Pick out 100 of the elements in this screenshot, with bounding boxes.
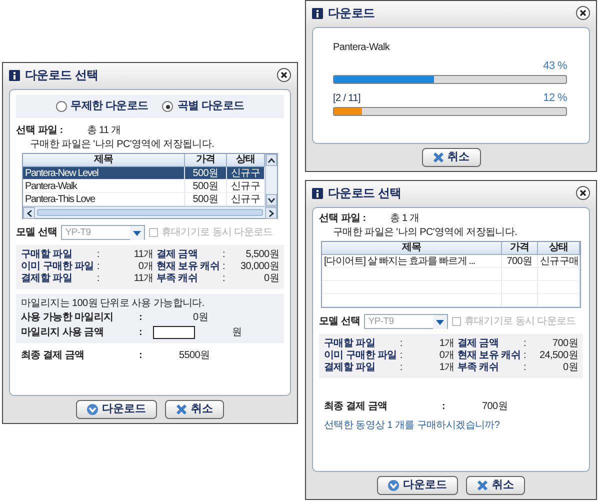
file-name: Pantera-Walk — [333, 42, 391, 54]
table-cell[interactable]: [다이어트] 살 빠지는 효과를 빠르게 ... — [322, 255, 502, 268]
summary-label: 이미 구매한 파일 — [324, 350, 397, 362]
summary-label: 부족 캐쉬 — [156, 273, 199, 286]
final-amount-label: 최종 결제 금액 — [21, 350, 86, 362]
table-cell[interactable]: Pantera-Walk — [23, 180, 185, 194]
close-button[interactable] — [576, 6, 590, 20]
cancel-button[interactable]: 취소 — [422, 148, 480, 167]
empty-cell — [538, 294, 580, 307]
summary-label: 현재 보유 캐쉬 — [457, 350, 521, 362]
table-cell[interactable]: 신규구매 — [538, 255, 580, 268]
caret-down-icon — [433, 314, 448, 328]
info-icon — [312, 8, 323, 18]
vertical-scrollbar[interactable] — [265, 154, 277, 206]
summary-colon: : — [96, 273, 100, 286]
save-note: 구매한 파일은 '나의 PC'영역에 저장됩니다. — [332, 227, 518, 239]
caret-down-icon — [130, 226, 144, 240]
radio-option[interactable]: 곡별 다운로드 — [162, 100, 244, 114]
file-count: 총 11 개 — [86, 125, 121, 138]
empty-cell — [502, 294, 538, 307]
summary-colon: : — [96, 261, 100, 274]
final-amount-value: 5500원 — [179, 350, 211, 362]
summary-label: 구매할 파일 — [324, 338, 376, 350]
cancel-button[interactable]: 취소 — [165, 400, 224, 419]
table-cell[interactable]: 신규구 — [227, 167, 265, 180]
mileage-label: 마일리지 사용 금액 — [21, 326, 105, 339]
chevron-right-icon — [268, 210, 274, 217]
mileage-colon: : — [139, 312, 144, 324]
horizontal-scrollbar[interactable] — [23, 206, 277, 218]
window-title: 다운로드 선택 — [328, 186, 402, 200]
final-colon: : — [139, 350, 144, 362]
cancel-button[interactable]: 취소 — [466, 476, 525, 495]
summary-colon: : — [96, 249, 100, 262]
summary-value: 700원 — [552, 338, 578, 350]
summary-value: 1개 — [438, 362, 454, 374]
summary-value: 0개 — [137, 261, 154, 274]
summary-label: 구매할 파일 — [21, 249, 73, 261]
chevron-down-icon — [87, 404, 98, 415]
table-cell[interactable]: 500원 — [185, 167, 227, 180]
chevron-down-icon — [388, 480, 399, 491]
column-header[interactable]: 가격 — [502, 242, 538, 255]
unit-label: 원 — [232, 326, 243, 339]
mileage-note: 마일리지는 100원 단위로 사용 가능합니다. — [21, 298, 206, 310]
summary-value: 0원 — [263, 273, 279, 286]
close-icon — [176, 404, 187, 415]
summary-colon: : — [400, 362, 402, 374]
summary-value: 11개 — [132, 273, 154, 286]
mileage-input[interactable] — [153, 326, 195, 340]
chevron-down-icon — [268, 198, 275, 203]
progress-percent: 43 % — [543, 60, 567, 74]
info-icon — [312, 188, 323, 198]
column-header[interactable]: 제목 — [23, 154, 185, 168]
close-icon — [579, 189, 587, 197]
table-cell[interactable]: Pantera-New Level — [23, 167, 185, 180]
column-header[interactable]: 제목 — [322, 242, 502, 255]
summary-label: 결제 금액 — [457, 338, 500, 350]
empty-cell — [502, 268, 538, 281]
model-label: 모델 선택 — [16, 226, 58, 239]
summary-colon: : — [524, 338, 526, 350]
mileage-colon: : — [139, 326, 144, 339]
mileage-value: 0원 — [192, 312, 209, 324]
summary-value: 0개 — [438, 350, 454, 362]
summary-label: 결제 금액 — [156, 249, 199, 261]
summary-value: 24,500원 — [538, 350, 578, 362]
summary-label: 이미 구매한 파일 — [21, 261, 94, 273]
summary-label: 결제할 파일 — [324, 362, 376, 374]
radio-option[interactable]: 무제한 다운로드 — [56, 100, 148, 114]
file-label: 선택 파일 : — [16, 125, 63, 138]
close-button[interactable] — [277, 68, 291, 82]
file-label: 선택 파일 : — [319, 213, 366, 225]
download-button[interactable]: 다운로드 — [377, 476, 458, 495]
progress-caption: [2 / 11] — [333, 93, 360, 106]
close-icon — [579, 9, 587, 17]
summary-colon: : — [222, 249, 225, 262]
summary-colon: : — [400, 350, 402, 362]
column-header[interactable]: 상태 — [227, 154, 265, 168]
empty-cell — [538, 281, 580, 294]
close-icon — [477, 480, 488, 491]
summary-colon: : — [222, 261, 225, 274]
summary-value: 1개 — [438, 338, 454, 350]
model-label: 모델 선택 — [319, 316, 360, 328]
table-cell[interactable]: 500원 — [185, 180, 227, 194]
close-button[interactable] — [576, 186, 590, 200]
summary-value: 0원 — [562, 362, 578, 374]
window-title: 다운로드 — [328, 6, 375, 20]
save-note: 구매한 파일은 '나의 PC'영역에 저장됩니다. — [29, 139, 216, 152]
final-amount-value: 700원 — [482, 401, 508, 413]
file-count: 총 1 개 — [390, 213, 420, 225]
close-icon — [432, 152, 444, 163]
summary-value: 30,000원 — [240, 261, 279, 274]
column-header[interactable]: 상태 — [538, 242, 580, 255]
empty-cell — [538, 268, 580, 281]
summary-colon: : — [222, 273, 225, 286]
download-button[interactable]: 다운로드 — [76, 400, 157, 419]
summary-colon: : — [524, 350, 526, 362]
summary-value: 5,500원 — [244, 249, 279, 262]
table-cell[interactable]: 700원 — [502, 255, 538, 268]
summary-label: 현재 보유 캐쉬 — [156, 261, 220, 273]
summary-colon: : — [524, 362, 526, 374]
column-header[interactable]: 가격 — [185, 154, 227, 168]
